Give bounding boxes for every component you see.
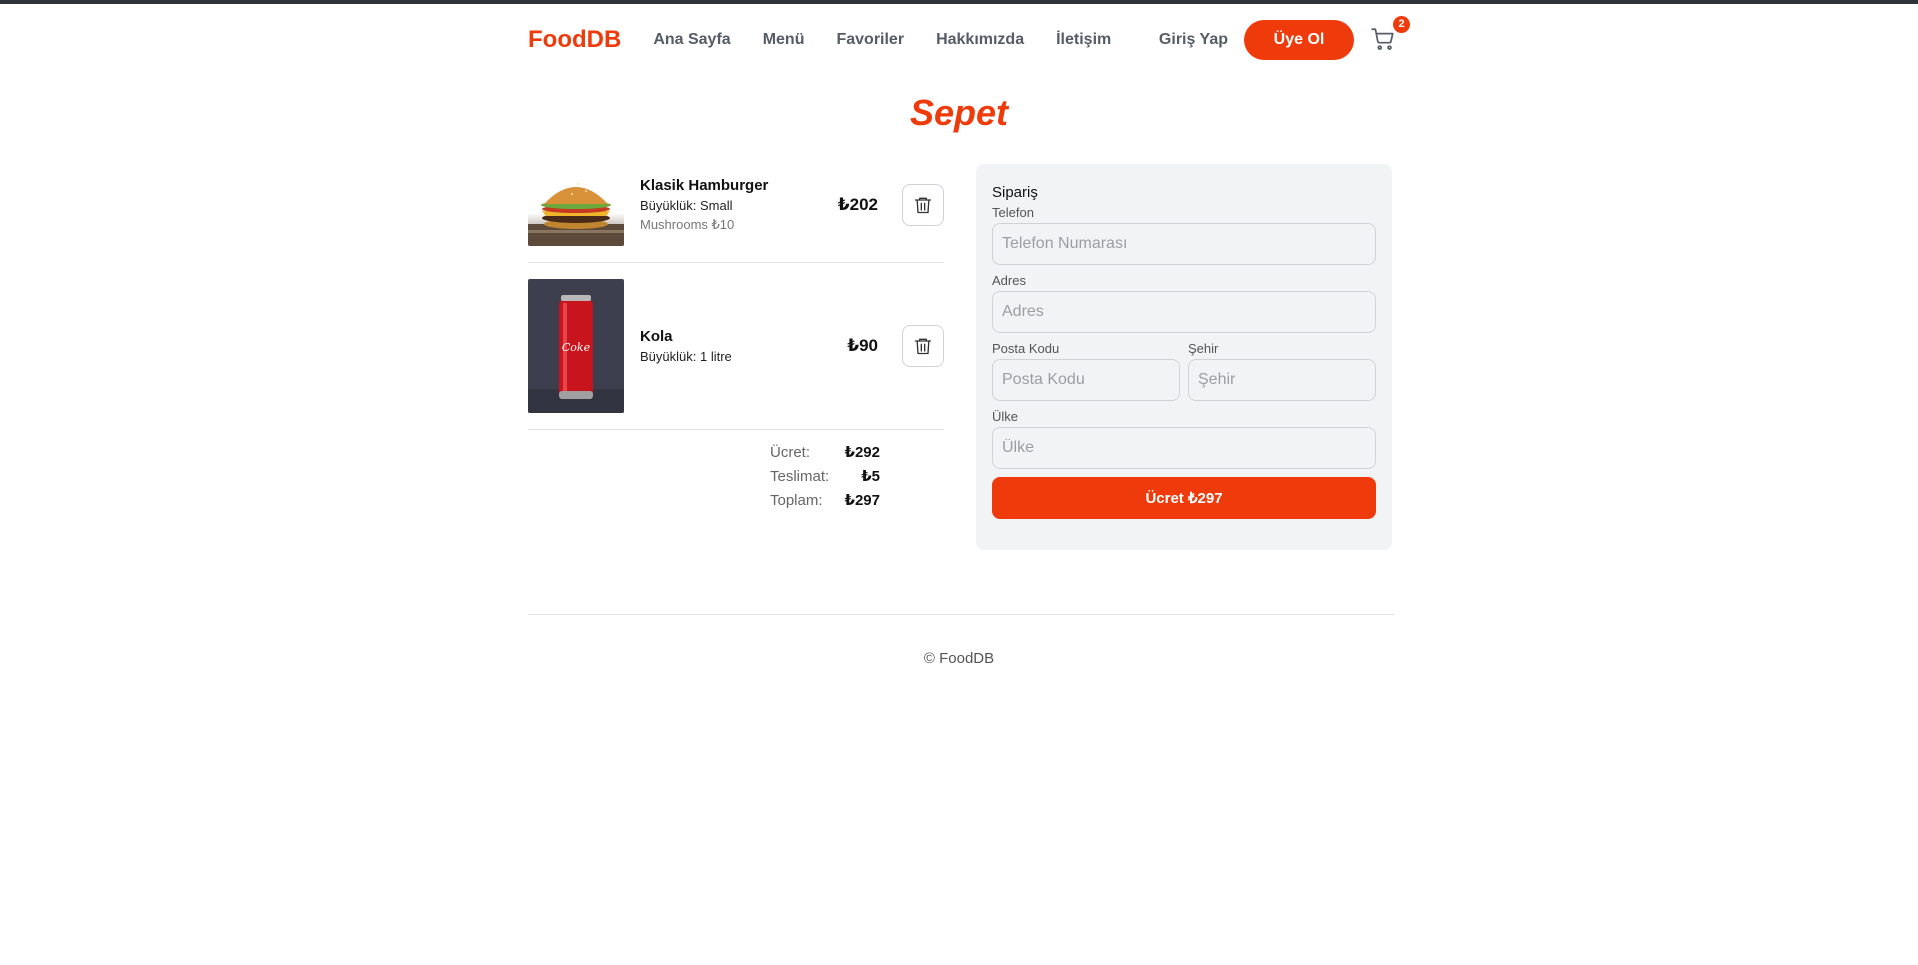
order-panel: Sipariş Telefon Adres Posta Kodu Şehir Ü…	[976, 164, 1392, 550]
top-border	[0, 0, 1918, 4]
cola-can-image: Coke	[528, 279, 624, 413]
city-group: Şehir	[1188, 333, 1376, 401]
nav-favorites[interactable]: Favoriler	[836, 31, 904, 49]
address-input[interactable]	[992, 291, 1376, 333]
fee-label: Ücret:	[770, 443, 811, 461]
nav-contact[interactable]: İletişim	[1056, 31, 1111, 49]
zip-group: Posta Kodu	[992, 333, 1180, 401]
remove-item-button[interactable]	[902, 325, 944, 367]
cart-item: Coke Kola Büyüklük: 1 litre ₺90	[528, 279, 944, 430]
item-name: Klasik Hamburger	[640, 177, 769, 194]
cart-item: Klasik Hamburger Büyüklük: Small Mushroo…	[528, 164, 944, 263]
burger-image	[528, 164, 624, 246]
fee-value: ₺292	[844, 444, 880, 461]
cart-items: Klasik Hamburger Büyüklük: Small Mushroo…	[528, 164, 944, 446]
cart-count-badge: 2	[1393, 16, 1410, 33]
zip-city-row: Posta Kodu Şehir	[992, 333, 1376, 401]
header-actions: Giriş Yap Üye Ol 2	[1159, 16, 1410, 60]
city-label: Şehir	[1188, 341, 1219, 356]
address-label: Adres	[992, 273, 1026, 288]
main-nav: Ana Sayfa Menü Favoriler Hakkımızda İlet…	[653, 31, 1111, 49]
trash-icon	[914, 197, 932, 214]
item-price: ₺202	[837, 195, 878, 214]
footer-copyright: © FoodDB	[923, 650, 995, 667]
trash-icon	[914, 338, 932, 355]
signup-button[interactable]: Üye Ol	[1244, 20, 1354, 60]
zip-label: Posta Kodu	[992, 341, 1060, 356]
nav-about[interactable]: Hakkımızda	[936, 31, 1024, 49]
pay-button[interactable]: Ücret ₺297	[992, 477, 1376, 519]
delivery-value: ₺5	[861, 468, 880, 485]
city-input[interactable]	[1188, 359, 1376, 401]
item-info: Klasik Hamburger Büyüklük: Small Mushroo…	[640, 177, 838, 233]
country-input[interactable]	[992, 427, 1376, 469]
item-extra: Mushrooms ₺10	[640, 217, 735, 232]
item-name: Kola	[640, 328, 673, 345]
item-info: Kola Büyüklük: 1 litre	[640, 328, 847, 364]
phone-input[interactable]	[992, 223, 1376, 265]
phone-label: Telefon	[992, 205, 1034, 220]
footer-divider	[528, 614, 1394, 615]
country-label: Ülke	[992, 409, 1019, 424]
fee-row: Ücret: ₺292	[770, 440, 880, 464]
delivery-label: Teslimat:	[770, 467, 830, 485]
brand-logo[interactable]: FoodDB	[528, 26, 621, 54]
total-label: Toplam:	[770, 491, 823, 509]
page-title: Sepet	[909, 92, 1009, 133]
total-row: Toplam: ₺297	[770, 488, 880, 512]
remove-item-button[interactable]	[902, 184, 944, 226]
item-price: ₺90	[847, 336, 878, 355]
cart-button[interactable]: 2	[1370, 16, 1410, 54]
delivery-row: Teslimat: ₺5	[770, 464, 880, 488]
header: FoodDB Ana Sayfa Menü Favoriler Hakkımız…	[528, 16, 1410, 60]
login-link[interactable]: Giriş Yap	[1159, 31, 1228, 49]
item-size: Büyüklük: 1 litre	[640, 349, 732, 364]
nav-home[interactable]: Ana Sayfa	[653, 31, 730, 49]
zip-input[interactable]	[992, 359, 1180, 401]
cart-totals: Ücret: ₺292 Teslimat: ₺5 Toplam: ₺297	[770, 440, 880, 512]
cart-icon	[1371, 28, 1394, 50]
total-value: ₺297	[844, 492, 880, 509]
order-title: Sipariş	[992, 184, 1038, 201]
nav-menu[interactable]: Menü	[763, 31, 805, 49]
item-size: Büyüklük: Small	[640, 198, 733, 213]
svg-text:Coke: Coke	[562, 341, 591, 354]
